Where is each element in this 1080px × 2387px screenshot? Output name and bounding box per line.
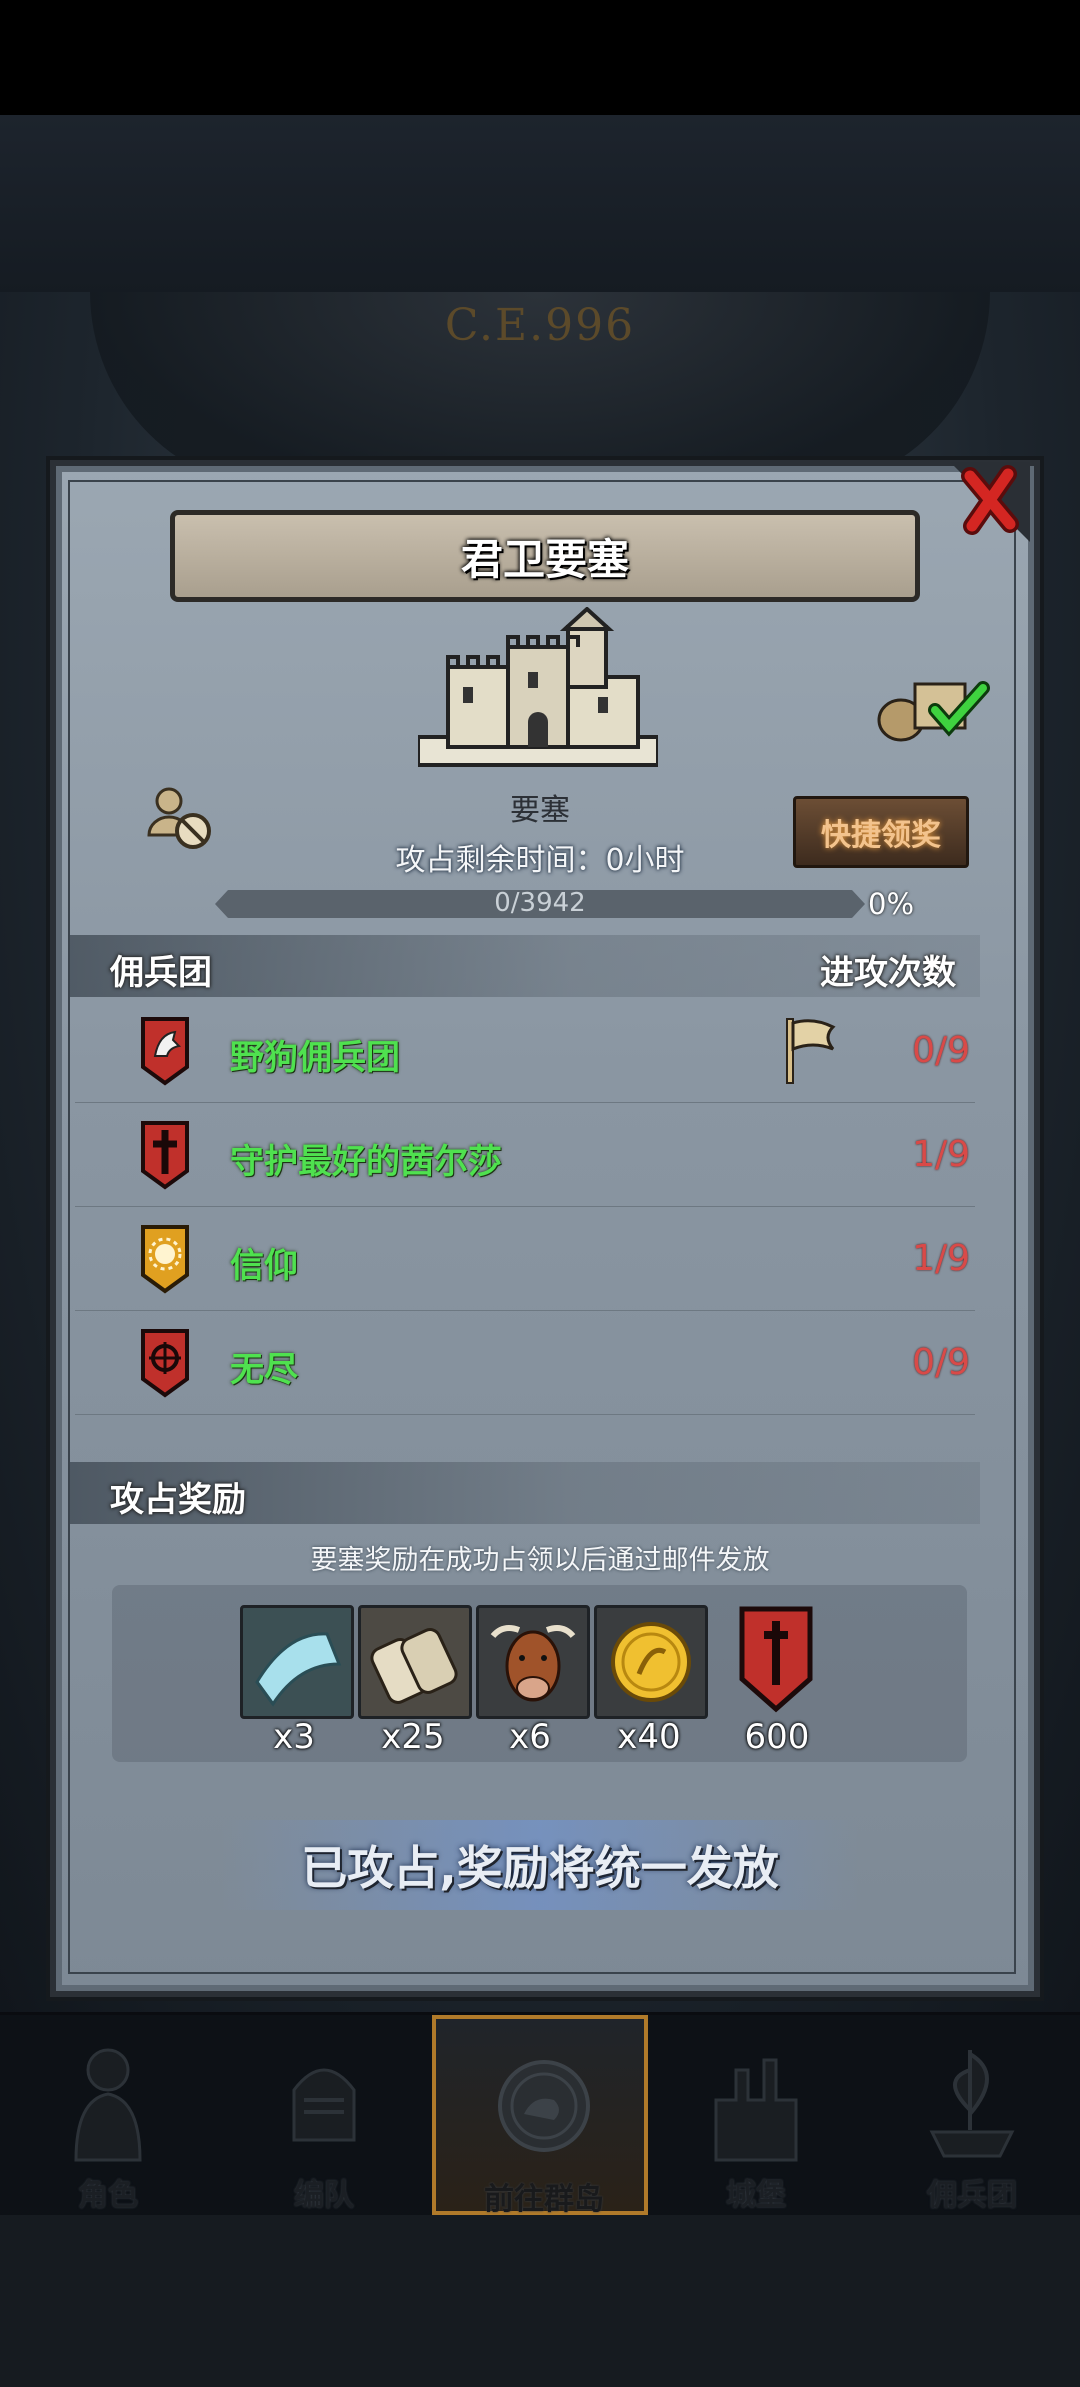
nav-label: 前往群岛 (484, 2182, 604, 2217)
flag-icon (786, 1018, 836, 1084)
mercenary-name: 守护最好的茜尔莎 (230, 1142, 502, 1182)
reward-quantity: x3 (273, 1717, 315, 1757)
mercenary-row (75, 998, 975, 1103)
attack-count: 1/9 (912, 1134, 970, 1175)
reward-quantity: x40 (617, 1717, 681, 1757)
reward-item[interactable] (240, 1605, 354, 1719)
scroll-icon (370, 1628, 458, 1704)
bottom-area (0, 2215, 1080, 2387)
compass-icon (498, 2060, 590, 2152)
fortress-castle-image (418, 607, 658, 767)
attack-count: 0/9 (912, 1342, 970, 1383)
knight-icon (74, 2048, 142, 2162)
quick-claim-label: 快捷领奖 (821, 818, 941, 853)
remaining-time-text: 攻占剩余时间：0小时 (395, 843, 685, 878)
wolf-banner-icon (141, 1017, 189, 1086)
mercenary-row (75, 1102, 975, 1207)
status-bar-area (0, 0, 1080, 115)
castle-icon (714, 2058, 798, 2162)
sun-banner-icon (141, 1225, 189, 1294)
close-button[interactable] (950, 462, 1030, 542)
nav-label: 编队 (294, 2178, 354, 2213)
castle-type-label: 要塞 (510, 793, 570, 828)
loot-claimed-icon (877, 681, 990, 742)
no-garrison-icon (147, 787, 211, 849)
nav-label: 佣兵团 (927, 2178, 1017, 2213)
quick-claim-button[interactable]: 快捷领奖 (793, 796, 969, 868)
mercenary-name: 野狗佣兵团 (230, 1038, 400, 1078)
nav-formation[interactable]: 编队 (216, 2015, 432, 2215)
era-label: C.E.996 (444, 300, 636, 351)
ship-icon (929, 2050, 1015, 2158)
capture-progress-text: 0/3942 (494, 888, 586, 918)
capture-progress-percent: 0% (868, 887, 915, 921)
reward-item[interactable] (594, 1605, 708, 1719)
mercenary-name: 无尽 (230, 1350, 298, 1390)
cloth-icon (255, 1632, 342, 1707)
background-band (0, 115, 1080, 295)
gold-coin-icon (611, 1622, 691, 1702)
nav-character[interactable]: 角色 (0, 2015, 216, 2215)
nav-castle[interactable]: 城堡 (648, 2015, 864, 2215)
cattle-icon (490, 1625, 576, 1702)
reward-note: 要塞奖励在成功占领以后通过邮件发放 (310, 1545, 770, 1576)
mercenary-row (75, 1206, 975, 1311)
close-icon (950, 462, 1030, 542)
mercenary-row (75, 1310, 975, 1415)
title-banner: 君卫要塞 (170, 510, 920, 602)
attack-count: 0/9 (912, 1030, 970, 1071)
nav-mercenary[interactable]: 佣兵团 (864, 2015, 1080, 2215)
sword-banner-icon (739, 1606, 813, 1713)
dialog-title: 君卫要塞 (460, 534, 629, 584)
reward-item[interactable] (358, 1605, 472, 1719)
target-banner-icon (141, 1329, 189, 1398)
nav-go-islands[interactable]: 前往群岛 (432, 2015, 648, 2217)
captured-status-text: 已攻占,奖励将统一发放 (301, 1841, 779, 1895)
helmet-icon (292, 2068, 356, 2142)
mercenary-name: 信仰 (230, 1246, 298, 1286)
captured-status-banner: 已攻占,奖励将统一发放 (220, 1820, 860, 1910)
nav-label: 城堡 (726, 2178, 786, 2213)
cross-banner-icon (141, 1121, 189, 1190)
reward-quantity: x25 (381, 1717, 445, 1757)
mercenary-section-title: 佣兵团 (110, 953, 212, 993)
reward-section-title: 攻占奖励 (110, 1480, 246, 1520)
attack-count: 1/9 (912, 1238, 970, 1279)
attack-count-header: 进攻次数 (820, 953, 956, 993)
reward-quantity: 600 (744, 1717, 810, 1757)
nav-label: 角色 (78, 2178, 138, 2213)
reward-item[interactable] (476, 1605, 590, 1719)
reward-quantity: x6 (509, 1717, 551, 1757)
